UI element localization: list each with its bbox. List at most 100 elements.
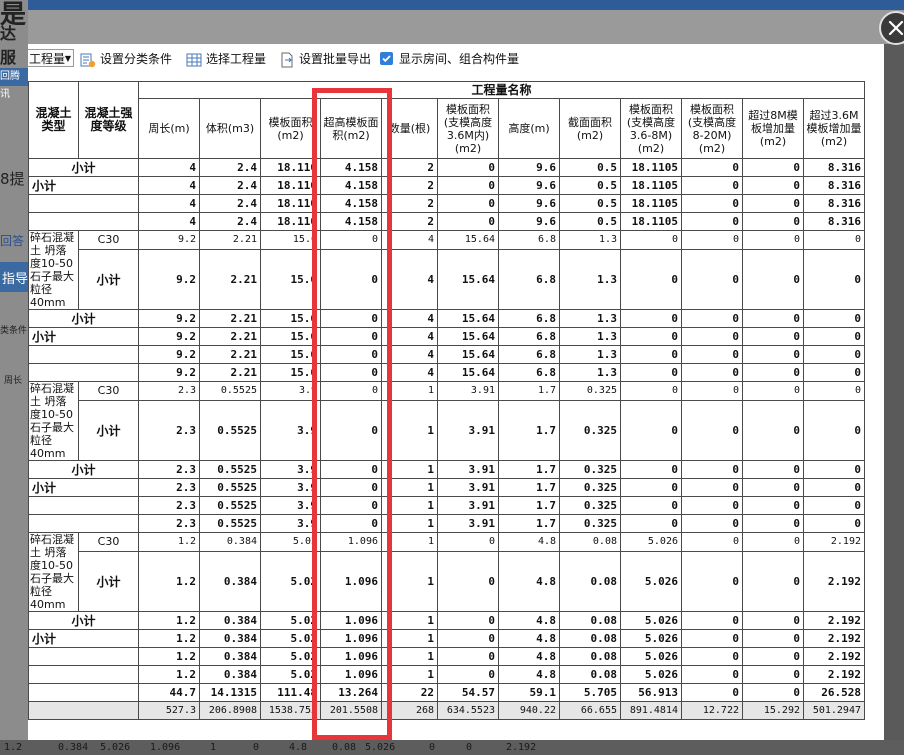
table-cell[interactable]: 15.6 — [260, 363, 321, 382]
table-cell[interactable]: 15.6 — [260, 230, 321, 250]
table-cell[interactable]: 0.5 — [559, 176, 621, 195]
table-cell[interactable]: 56.913 — [620, 683, 682, 702]
table-cell[interactable]: 0.384 — [199, 665, 261, 684]
table-cell[interactable]: 1 — [381, 399, 438, 462]
table-cell[interactable]: 0.08 — [559, 665, 621, 684]
table-cell[interactable]: 3.91 — [437, 399, 499, 462]
col-header-formwork-area[interactable]: 模板面积(m2) — [260, 98, 321, 159]
table-cell[interactable]: 2.3 — [138, 496, 200, 515]
table-cell[interactable]: 0 — [803, 460, 865, 479]
table-cell[interactable]: 0 — [320, 230, 382, 250]
table-cell[interactable]: 4.8 — [498, 611, 560, 630]
table-cell[interactable]: 111.48 — [260, 683, 321, 702]
table-cell[interactable]: 59.1 — [498, 683, 560, 702]
table-cell[interactable]: 1.3 — [559, 345, 621, 364]
table-cell[interactable]: 0 — [742, 327, 804, 346]
table-cell[interactable]: 1 — [381, 381, 438, 401]
col-header-count[interactable]: 数量(根) — [381, 98, 438, 159]
table-cell[interactable]: 5.705 — [559, 683, 621, 702]
table-cell[interactable]: 5.026 — [620, 665, 682, 684]
table-cell[interactable]: 0 — [803, 230, 865, 250]
table-cell[interactable]: 1.2 — [138, 532, 200, 552]
table-cell[interactable]: 0 — [803, 478, 865, 497]
table-cell[interactable]: 1.3 — [559, 230, 621, 250]
table-cell[interactable]: 4 — [138, 158, 200, 177]
table-cell[interactable]: 0 — [320, 514, 382, 533]
table-cell[interactable]: 0.384 — [199, 629, 261, 648]
batch-export-button[interactable]: 设置批量导出 — [279, 48, 371, 70]
table-cell[interactable]: 0 — [742, 399, 804, 462]
table-cell[interactable]: 0.08 — [559, 611, 621, 630]
table-cell[interactable]: 15.6 — [260, 248, 321, 311]
table-cell[interactable]: 4.8 — [498, 665, 560, 684]
col-header-perimeter[interactable]: 周长(m) — [138, 98, 200, 159]
table-cell[interactable]: 0 — [803, 309, 865, 328]
table-cell[interactable]: 3.91 — [437, 496, 499, 515]
table-cell[interactable]: 9.6 — [498, 158, 560, 177]
table-cell[interactable]: 0 — [742, 665, 804, 684]
table-cell[interactable]: 0 — [437, 611, 499, 630]
subtotal-label[interactable]: 小计 — [78, 550, 139, 613]
table-cell[interactable]: 0 — [320, 363, 382, 382]
table-cell[interactable]: 0 — [742, 230, 804, 250]
table-cell[interactable]: 5.026 — [620, 629, 682, 648]
table-cell[interactable]: 0 — [742, 363, 804, 382]
table-cell[interactable]: 0 — [803, 496, 865, 515]
table-cell[interactable]: 0 — [620, 496, 682, 515]
table-cell[interactable]: 0.5525 — [199, 460, 261, 479]
quantity-type-select[interactable]: 工程量 ▼ — [28, 49, 74, 67]
table-cell[interactable]: 0 — [681, 478, 743, 497]
table-cell[interactable]: 1 — [381, 532, 438, 552]
table-cell[interactable]: 0 — [620, 514, 682, 533]
subtotal-label[interactable]: 小计 — [28, 176, 139, 195]
table-cell[interactable]: 3.91 — [437, 478, 499, 497]
table-cell[interactable]: 1.2 — [138, 647, 200, 666]
table-row[interactable]: 小计 2.3 0.5525 3.9 0 1 3.91 1.7 0.325 0 0 0 0 — [28, 478, 865, 497]
table-cell[interactable]: 0.5525 — [199, 399, 261, 462]
table-cell[interactable]: 2.21 — [199, 309, 261, 328]
table-cell[interactable]: 0 — [681, 381, 743, 401]
table-cell[interactable]: 0 — [681, 460, 743, 479]
table-cell[interactable]: 0 — [620, 363, 682, 382]
table-cell[interactable]: 1.7 — [498, 478, 560, 497]
table-cell[interactable]: 1.7 — [498, 460, 560, 479]
table-cell[interactable]: 0 — [681, 212, 743, 231]
table-cell[interactable]: 8.316 — [803, 158, 865, 177]
table-cell[interactable]: 0 — [681, 514, 743, 533]
table-row[interactable]: 小计 1.2 0.384 5.02 1.096 1 0 4.8 0.08 5.026 0 0 2.192 — [28, 629, 865, 648]
table-cell[interactable]: 0 — [681, 647, 743, 666]
table-row[interactable]: 小计 9.2 2.21 15.6 0 4 15.64 6.8 1.3 0 0 0 0 — [28, 309, 865, 328]
table-cell[interactable]: 4.8 — [498, 647, 560, 666]
table-cell[interactable]: 0 — [803, 327, 865, 346]
table-cell[interactable]: 0 — [320, 345, 382, 364]
table-cell[interactable]: 5.026 — [620, 550, 682, 613]
table-cell[interactable]: 1.2 — [138, 550, 200, 613]
col-header-formwork-8-20[interactable]: 模板面积(支模高度8-20M)(m2) — [681, 98, 743, 159]
table-cell[interactable]: 891.4814 — [620, 701, 682, 720]
col-header-formwork-36-8[interactable]: 模板面积(支模高度3.6-8M)(m2) — [620, 98, 682, 159]
table-cell[interactable]: 0 — [320, 381, 382, 401]
table-cell[interactable]: 0.08 — [559, 532, 621, 552]
col-header-concrete-type[interactable]: 混凝土类型 — [28, 81, 79, 159]
table-cell[interactable]: 0 — [681, 611, 743, 630]
table-cell[interactable]: 15.6 — [260, 327, 321, 346]
table-cell[interactable]: 0.384 — [199, 532, 261, 552]
strength-grade-cell[interactable]: C30 — [78, 381, 139, 401]
subtotal-label[interactable]: 小计 — [28, 629, 139, 648]
blank-label-cell[interactable] — [28, 514, 139, 533]
table-cell[interactable]: 1.096 — [320, 611, 382, 630]
table-cell[interactable]: 0.5 — [559, 194, 621, 213]
subtotal-label[interactable]: 小计 — [28, 460, 139, 479]
table-cell[interactable]: 4 — [381, 248, 438, 311]
table-cell[interactable]: 4.158 — [320, 194, 382, 213]
blank-label-cell[interactable] — [28, 647, 139, 666]
table-cell[interactable]: 0.384 — [199, 611, 261, 630]
table-cell[interactable]: 1.2 — [138, 611, 200, 630]
table-cell[interactable]: 2.21 — [199, 248, 261, 311]
table-cell[interactable]: 3.9 — [260, 460, 321, 479]
table-cell[interactable]: 66.655 — [559, 701, 621, 720]
table-cell[interactable]: 0 — [437, 176, 499, 195]
select-quantity-button[interactable]: 选择工程量 — [186, 48, 266, 70]
table-cell[interactable]: 4 — [138, 176, 200, 195]
table-cell[interactable]: 5.02 — [260, 550, 321, 613]
